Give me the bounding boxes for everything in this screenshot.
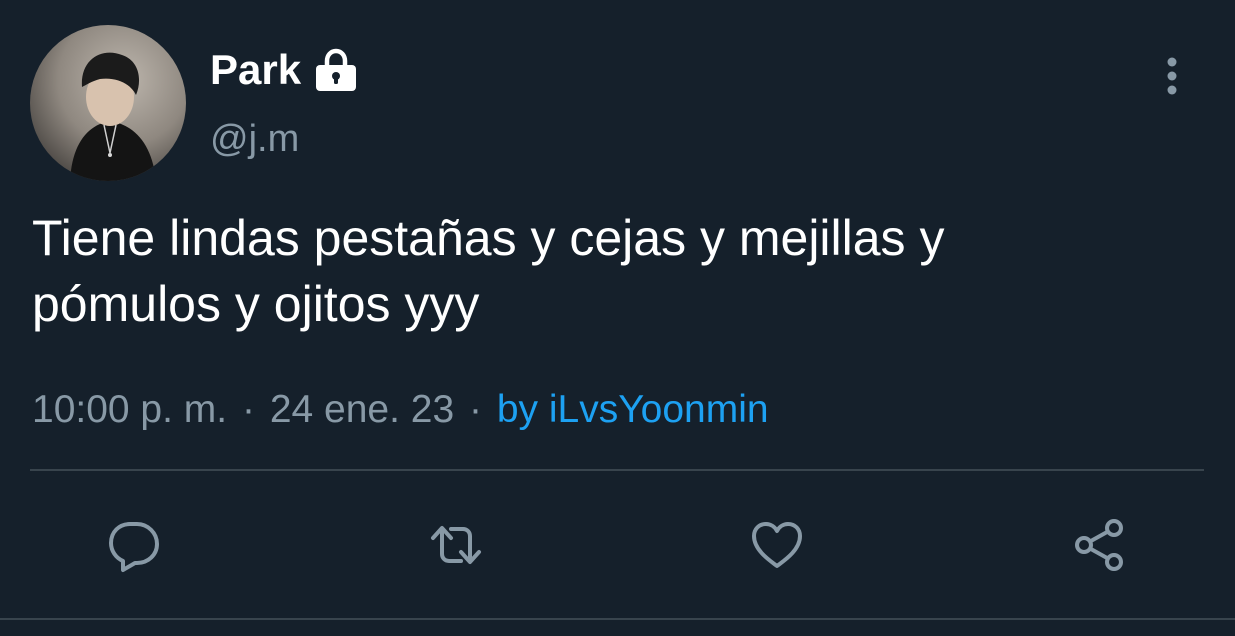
tweet-time[interactable]: 10:00 p. m. bbox=[32, 388, 227, 431]
display-name[interactable]: Park bbox=[210, 46, 301, 94]
retweet-icon bbox=[431, 526, 481, 564]
tweet-text: Tiene lindas pestañas y cejas y mejillas… bbox=[32, 205, 1192, 337]
tweet-text-line: pómulos y ojitos yyy bbox=[32, 276, 480, 332]
share-button[interactable] bbox=[1063, 505, 1135, 585]
author-handle[interactable]: @j.m bbox=[210, 118, 299, 161]
meta-separator: · bbox=[241, 388, 255, 431]
source-link[interactable]: by iLvsYoonmin bbox=[497, 388, 769, 431]
share-icon bbox=[1075, 519, 1123, 571]
tweet-meta: 10:00 p. m. · 24 ene. 23 · by iLvsYoonmi… bbox=[32, 386, 769, 434]
action-bar bbox=[0, 505, 1235, 585]
heart-icon bbox=[752, 522, 802, 568]
divider bbox=[30, 469, 1204, 471]
like-button[interactable] bbox=[741, 505, 813, 585]
tweet-text-line: Tiene lindas pestañas y cejas y mejillas… bbox=[32, 210, 945, 266]
retweet-button[interactable] bbox=[420, 505, 492, 585]
reply-button[interactable] bbox=[98, 505, 170, 585]
avatar[interactable] bbox=[30, 25, 186, 181]
comment-icon bbox=[109, 522, 159, 572]
more-options-button[interactable] bbox=[1150, 52, 1194, 100]
divider bbox=[0, 618, 1235, 620]
meta-separator: · bbox=[469, 388, 482, 431]
author-name-row: Park bbox=[210, 44, 359, 96]
more-vertical-icon bbox=[1167, 57, 1177, 95]
tweet-card: Park @j.m Tiene lindas pestañas y cejas … bbox=[0, 0, 1235, 636]
lock-icon bbox=[313, 47, 359, 93]
tweet-date[interactable]: 24 ene. 23 bbox=[270, 388, 454, 431]
avatar-photo-icon bbox=[30, 25, 186, 181]
